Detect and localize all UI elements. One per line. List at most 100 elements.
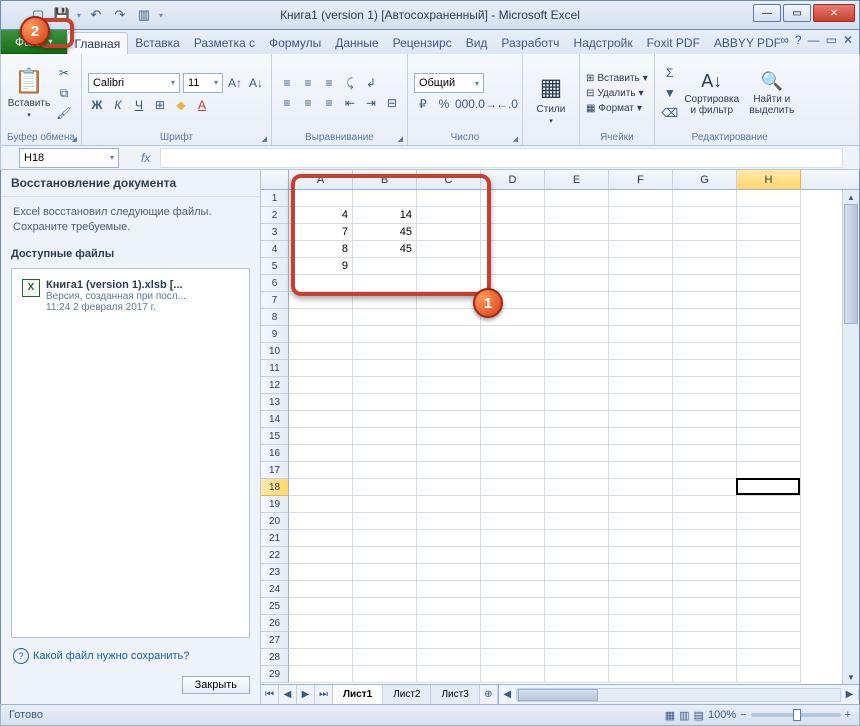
recovery-close-button[interactable]: Закрыть (182, 676, 250, 694)
cell-C14[interactable] (417, 411, 481, 428)
cell-E17[interactable] (545, 462, 609, 479)
sheet-nav-first[interactable]: ⏮ (261, 685, 279, 704)
cell-G10[interactable] (673, 343, 737, 360)
cell-A17[interactable] (289, 462, 353, 479)
vertical-scrollbar[interactable]: ▲ ▼ (842, 190, 859, 684)
cell-G29[interactable] (673, 666, 737, 683)
cell-H28[interactable] (737, 649, 801, 666)
cell-A25[interactable] (289, 598, 353, 615)
cell-F27[interactable] (609, 632, 673, 649)
cell-D2[interactable] (481, 207, 545, 224)
cell-G13[interactable] (673, 394, 737, 411)
cell-F7[interactable] (609, 292, 673, 309)
cell-C21[interactable] (417, 530, 481, 547)
shrink-font-button[interactable]: A↓ (247, 74, 265, 92)
cell-A24[interactable] (289, 581, 353, 598)
cell-G20[interactable] (673, 513, 737, 530)
doc-minimize-icon[interactable]: — (808, 33, 820, 47)
horizontal-scrollbar[interactable]: ◀ ▶ (498, 685, 859, 704)
cell-C26[interactable] (417, 615, 481, 632)
cell-G2[interactable] (673, 207, 737, 224)
row-header-8[interactable]: 8 (261, 309, 289, 326)
cell-F13[interactable] (609, 394, 673, 411)
cell-C29[interactable] (417, 666, 481, 683)
cell-E22[interactable] (545, 547, 609, 564)
sheet-nav-last[interactable]: ⏭ (315, 685, 333, 704)
doc-close-icon[interactable]: ✕ (843, 33, 853, 47)
cell-B1[interactable] (353, 190, 417, 207)
bold-button[interactable]: Ж (88, 96, 106, 114)
cell-D15[interactable] (481, 428, 545, 445)
cell-F15[interactable] (609, 428, 673, 445)
view-normal-icon[interactable]: ▦ (665, 709, 675, 722)
zoom-level[interactable]: 100% (708, 709, 736, 721)
cell-A20[interactable] (289, 513, 353, 530)
cell-H4[interactable] (737, 241, 801, 258)
cell-A19[interactable] (289, 496, 353, 513)
cell-G3[interactable] (673, 224, 737, 241)
cell-C23[interactable] (417, 564, 481, 581)
tab-layout[interactable]: Разметка с (187, 32, 262, 54)
cell-A16[interactable] (289, 445, 353, 462)
cell-F26[interactable] (609, 615, 673, 632)
cut-button[interactable]: ✂ (55, 64, 73, 82)
cell-D29[interactable] (481, 666, 545, 683)
cell-B19[interactable] (353, 496, 417, 513)
cell-G11[interactable] (673, 360, 737, 377)
cell-G21[interactable] (673, 530, 737, 547)
cell-B2[interactable]: 14 (353, 207, 417, 224)
cell-A6[interactable] (289, 275, 353, 292)
cell-H3[interactable] (737, 224, 801, 241)
row-header-14[interactable]: 14 (261, 411, 289, 428)
cell-D11[interactable] (481, 360, 545, 377)
cell-G22[interactable] (673, 547, 737, 564)
cell-H17[interactable] (737, 462, 801, 479)
inc-decimal-button[interactable]: .0→ (477, 95, 495, 113)
row-header-24[interactable]: 24 (261, 581, 289, 598)
cell-B11[interactable] (353, 360, 417, 377)
cell-D23[interactable] (481, 564, 545, 581)
cell-G26[interactable] (673, 615, 737, 632)
cell-D12[interactable] (481, 377, 545, 394)
cell-D21[interactable] (481, 530, 545, 547)
view-pagebreak-icon[interactable]: ▤ (694, 709, 704, 722)
cell-H22[interactable] (737, 547, 801, 564)
cell-H15[interactable] (737, 428, 801, 445)
row-header-5[interactable]: 5 (261, 258, 289, 275)
cell-A21[interactable] (289, 530, 353, 547)
column-header-H[interactable]: H (737, 170, 801, 189)
maximize-button[interactable]: ▭ (783, 4, 811, 22)
cell-G5[interactable] (673, 258, 737, 275)
cell-C12[interactable] (417, 377, 481, 394)
align-left-button[interactable]: ≡ (278, 94, 296, 112)
cell-C8[interactable] (417, 309, 481, 326)
cell-B17[interactable] (353, 462, 417, 479)
cell-B9[interactable] (353, 326, 417, 343)
cell-H2[interactable] (737, 207, 801, 224)
cell-F3[interactable] (609, 224, 673, 241)
cell-H6[interactable] (737, 275, 801, 292)
cell-C6[interactable] (417, 275, 481, 292)
cell-E20[interactable] (545, 513, 609, 530)
wrap-text-button[interactable]: ↲ (362, 74, 380, 92)
cell-H21[interactable] (737, 530, 801, 547)
cell-C9[interactable] (417, 326, 481, 343)
comma-button[interactable]: 000 (456, 95, 474, 113)
cell-H19[interactable] (737, 496, 801, 513)
cell-C13[interactable] (417, 394, 481, 411)
cell-E14[interactable] (545, 411, 609, 428)
new-sheet-button[interactable]: ⊕ (480, 685, 498, 704)
cell-B16[interactable] (353, 445, 417, 462)
copy-button[interactable]: ⧉ (55, 84, 73, 102)
cell-G23[interactable] (673, 564, 737, 581)
cell-B15[interactable] (353, 428, 417, 445)
dec-decimal-button[interactable]: ←.0 (498, 95, 516, 113)
zoom-knob[interactable] (793, 709, 801, 721)
cell-D5[interactable] (481, 258, 545, 275)
tab-addins[interactable]: Надстройк (566, 32, 639, 54)
cell-B7[interactable] (353, 292, 417, 309)
cell-C27[interactable] (417, 632, 481, 649)
sheet-nav-prev[interactable]: ◀ (279, 685, 297, 704)
cell-E3[interactable] (545, 224, 609, 241)
cell-D13[interactable] (481, 394, 545, 411)
